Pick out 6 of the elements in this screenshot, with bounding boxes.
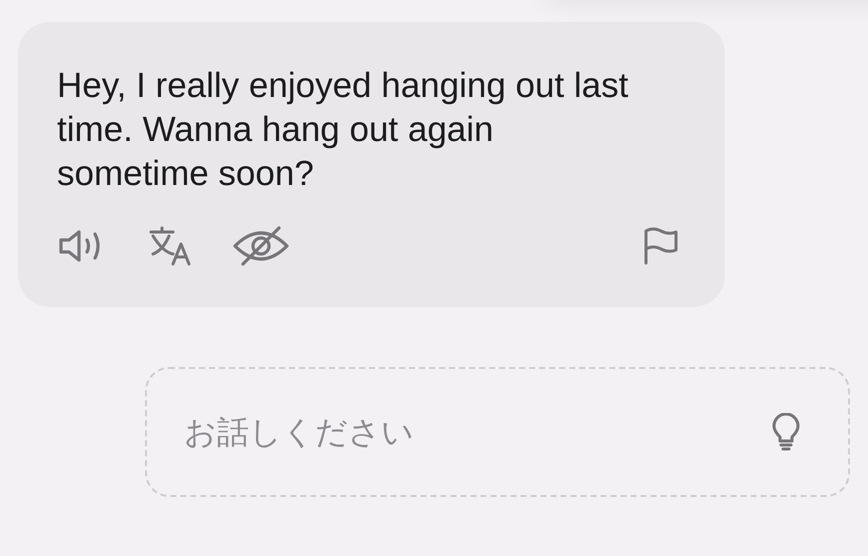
message-text: Hey, I really enjoyed hanging out last time. Wanna hang out again sometime soon? [57, 65, 630, 195]
lightbulb-icon[interactable] [772, 413, 800, 451]
eye-off-icon[interactable] [233, 226, 289, 266]
translate-icon[interactable] [149, 226, 193, 266]
speech-input-field[interactable]: お話しください [145, 367, 850, 497]
flag-icon[interactable] [643, 227, 679, 265]
